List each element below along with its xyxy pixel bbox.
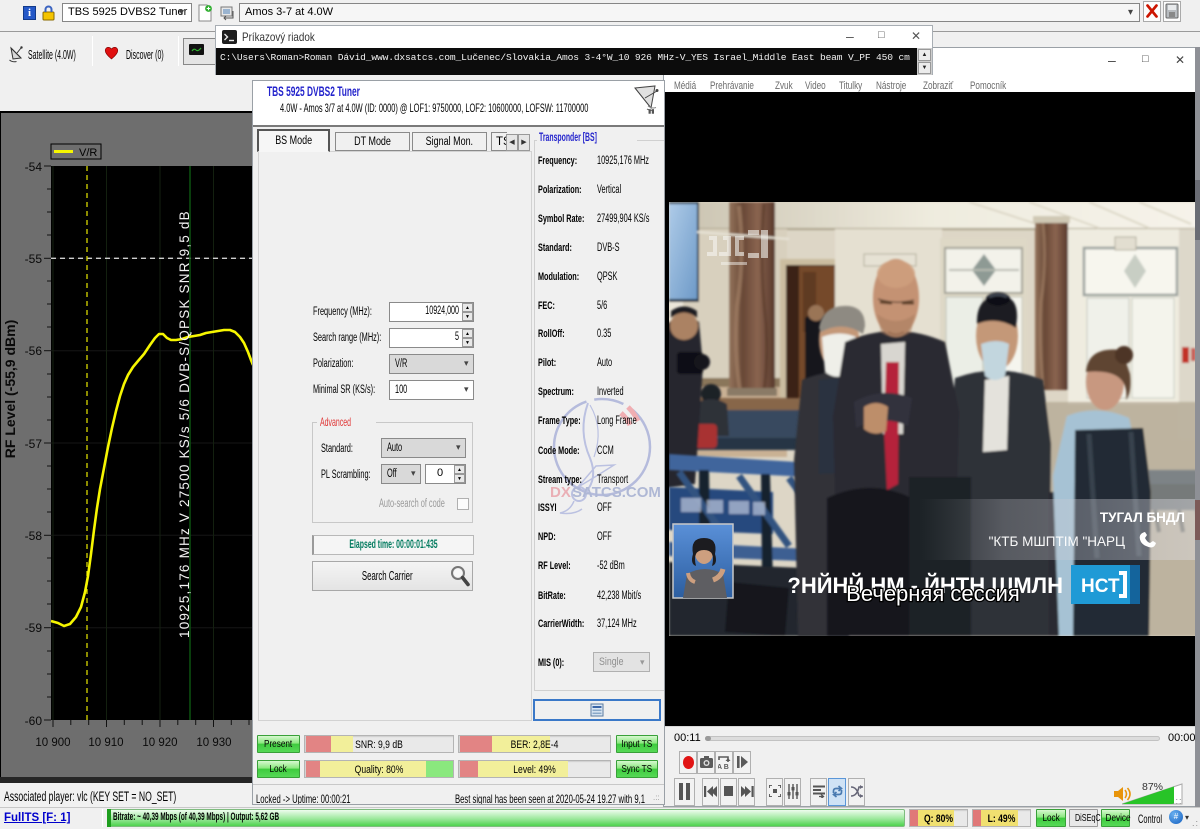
svg-text:RF Level (-55,9 dBm): RF Level (-55,9 dBm) bbox=[2, 320, 18, 458]
svg-text:-56: -56 bbox=[25, 344, 43, 358]
svg-text:-55: -55 bbox=[25, 252, 43, 266]
svg-text:Вечерняя сессия: Вечерняя сессия bbox=[846, 581, 1020, 606]
svg-text:A B: A B bbox=[718, 764, 729, 770]
svg-text:10 930: 10 930 bbox=[196, 737, 231, 749]
svg-text:НСТ: НСТ bbox=[1081, 576, 1120, 597]
svg-text:10 920: 10 920 bbox=[142, 737, 177, 749]
svg-text:-54: -54 bbox=[25, 160, 43, 174]
svg-text:-58: -58 bbox=[25, 529, 43, 543]
svg-text:V/R: V/R bbox=[79, 147, 97, 159]
svg-text:ТУГАЛ БНДЛ: ТУГАЛ БНДЛ bbox=[1100, 510, 1185, 525]
svg-text:-60: -60 bbox=[25, 714, 43, 728]
svg-text:-59: -59 bbox=[25, 621, 43, 635]
svg-text:10 900: 10 900 bbox=[35, 737, 70, 749]
svg-text:10925,176 MHz V 27500 KS/s 5/6: 10925,176 MHz V 27500 KS/s 5/6 DVB-S/QPS… bbox=[177, 210, 192, 638]
svg-text:10 910: 10 910 bbox=[88, 737, 123, 749]
svg-text:"КТБ МШПТІМ "НАРЦ: "КТБ МШПТІМ "НАРЦ bbox=[989, 534, 1125, 549]
svg-text:▮▮: ▮▮ bbox=[648, 109, 655, 114]
svg-text:-57: -57 bbox=[25, 437, 43, 451]
